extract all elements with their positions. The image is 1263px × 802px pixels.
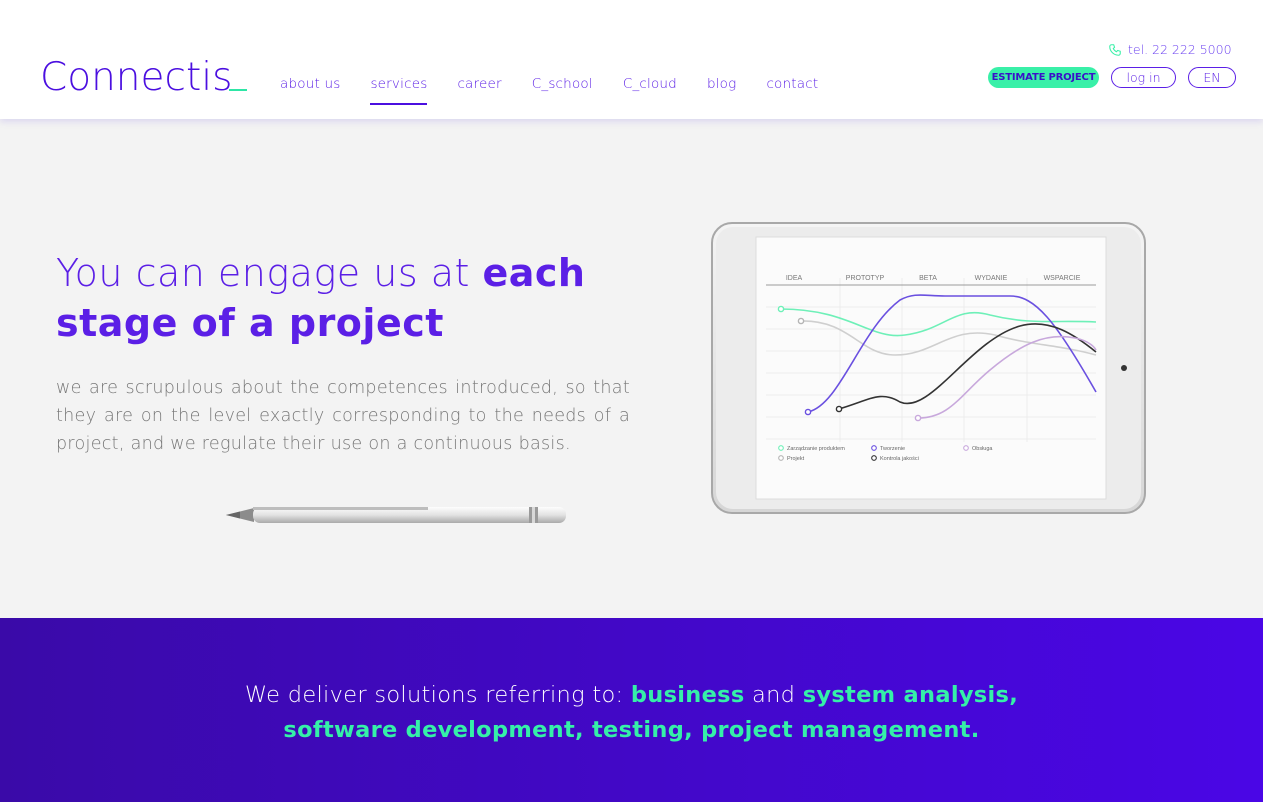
legend-item: Kontrola jakości bbox=[880, 456, 919, 462]
legend-marker bbox=[778, 445, 784, 451]
legend-marker bbox=[871, 445, 877, 451]
estimate-project-button[interactable]: ESTIMATE PROJECT bbox=[988, 67, 1099, 88]
nav-career[interactable]: career bbox=[457, 76, 501, 92]
solutions-highlight-analysis: system analysis, bbox=[802, 682, 1019, 708]
phone-number: tel. 22 222 5000 bbox=[1128, 42, 1232, 57]
phone-icon bbox=[1109, 43, 1121, 56]
legend-marker bbox=[963, 445, 969, 451]
nav-c-school[interactable]: C_school bbox=[532, 76, 593, 92]
nav-contact[interactable]: contact bbox=[766, 76, 818, 92]
solutions-highlight-development: software development, testing, project m… bbox=[283, 717, 980, 743]
stylus-image bbox=[226, 507, 566, 523]
chart-category-label: BETA bbox=[919, 275, 937, 282]
chart-point bbox=[835, 405, 843, 413]
site-header: Connectis about us services career C_sch… bbox=[0, 0, 1263, 119]
phone-link[interactable]: tel. 22 222 5000 bbox=[1108, 42, 1232, 57]
logo-underscore bbox=[229, 89, 247, 91]
chart-point bbox=[797, 317, 805, 325]
chart-category-label: IDEA bbox=[786, 275, 803, 282]
logo[interactable]: Connectis bbox=[40, 55, 232, 101]
legend-item: Tworzenie bbox=[880, 446, 905, 452]
chart-point bbox=[804, 408, 812, 416]
chart-point bbox=[777, 305, 785, 313]
nav-about-us[interactable]: about us bbox=[280, 76, 340, 92]
legend-item: Projekt bbox=[787, 456, 805, 462]
chart-point bbox=[914, 414, 922, 422]
nav-blog[interactable]: blog bbox=[707, 76, 736, 92]
legend-marker bbox=[778, 455, 784, 461]
legend-marker bbox=[871, 455, 877, 461]
solutions-text: We deliver solutions referring to: busin… bbox=[0, 678, 1263, 748]
solutions-intro: We deliver solutions referring to: bbox=[244, 682, 631, 708]
hero-section: You can engage us at each stage of a pro… bbox=[0, 119, 1263, 618]
nav-c-cloud[interactable]: C_cloud bbox=[623, 76, 677, 92]
main-nav: about us services career C_school C_clou… bbox=[280, 76, 848, 105]
tablet-chart-image: IDEA PROTOTYP BETA WYDANIE WSPARCIE Zarz… bbox=[711, 222, 1146, 514]
legend-item: Obsługa bbox=[972, 446, 993, 452]
solutions-highlight-business: business bbox=[630, 682, 745, 708]
login-button[interactable]: log in bbox=[1111, 67, 1176, 88]
language-switch[interactable]: EN bbox=[1188, 67, 1236, 88]
solutions-band: We deliver solutions referring to: busin… bbox=[0, 618, 1263, 802]
chart-category-label: WSPARCIE bbox=[1044, 275, 1081, 282]
hero-description: we are scrupulous about the competences … bbox=[56, 378, 630, 454]
hero-title: You can engage us at each stage of a pro… bbox=[56, 248, 656, 348]
chart-category-label: PROTOTYP bbox=[846, 275, 885, 282]
legend-item: Zarządzanie produktem bbox=[787, 446, 845, 452]
hero-title-light: You can engage us at bbox=[56, 251, 483, 295]
solutions-and: and bbox=[744, 682, 803, 708]
nav-services[interactable]: services bbox=[370, 76, 428, 105]
chart-category-label: WYDANIE bbox=[975, 275, 1008, 282]
